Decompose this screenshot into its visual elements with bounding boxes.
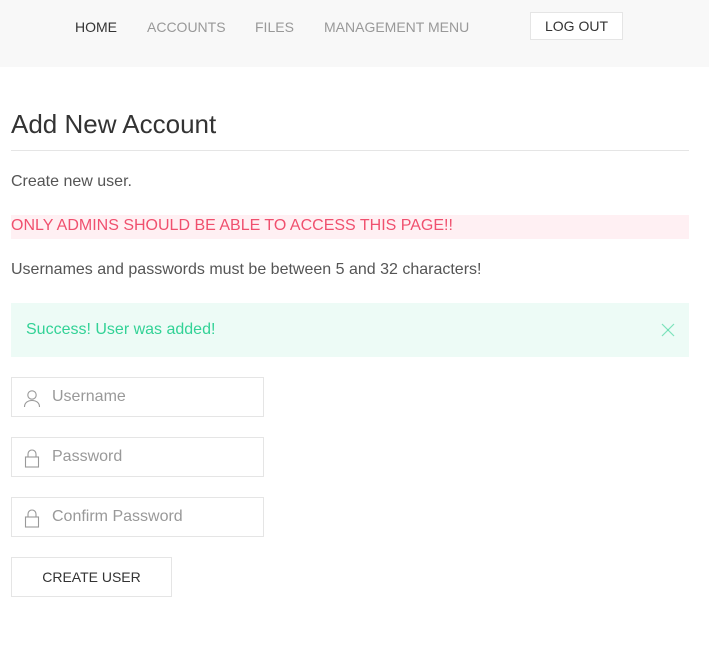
logout-button[interactable]: LOG OUT bbox=[530, 12, 623, 40]
page-title: Add New Account bbox=[11, 109, 217, 139]
password-input[interactable] bbox=[52, 438, 258, 476]
title-divider bbox=[11, 150, 689, 151]
success-alert: Success! User was added! bbox=[11, 303, 689, 357]
page-subtitle: Create new user. bbox=[11, 173, 132, 190]
confirm-password-field[interactable] bbox=[11, 497, 264, 537]
lock-icon bbox=[22, 508, 42, 528]
nav-accounts[interactable]: ACCOUNTS bbox=[147, 19, 226, 35]
nav-home[interactable]: HOME bbox=[75, 19, 117, 35]
username-field[interactable] bbox=[11, 377, 264, 417]
confirm-password-input[interactable] bbox=[52, 498, 258, 536]
nav-files[interactable]: FILES bbox=[255, 19, 294, 35]
create-user-button[interactable]: CREATE USER bbox=[11, 557, 172, 597]
navbar: HOME ACCOUNTS FILES MANAGEMENT MENU LOG … bbox=[0, 0, 709, 67]
nav-management-menu[interactable]: MANAGEMENT MENU bbox=[324, 19, 469, 35]
admin-warning: ONLY ADMINS SHOULD BE ABLE TO ACCESS THI… bbox=[11, 217, 453, 234]
username-input[interactable] bbox=[52, 378, 258, 416]
password-field[interactable] bbox=[11, 437, 264, 477]
length-rules: Usernames and passwords must be between … bbox=[11, 261, 482, 278]
success-message: Success! User was added! bbox=[26, 321, 216, 338]
close-icon[interactable] bbox=[661, 323, 675, 337]
lock-icon bbox=[22, 448, 42, 468]
user-icon bbox=[22, 388, 42, 408]
